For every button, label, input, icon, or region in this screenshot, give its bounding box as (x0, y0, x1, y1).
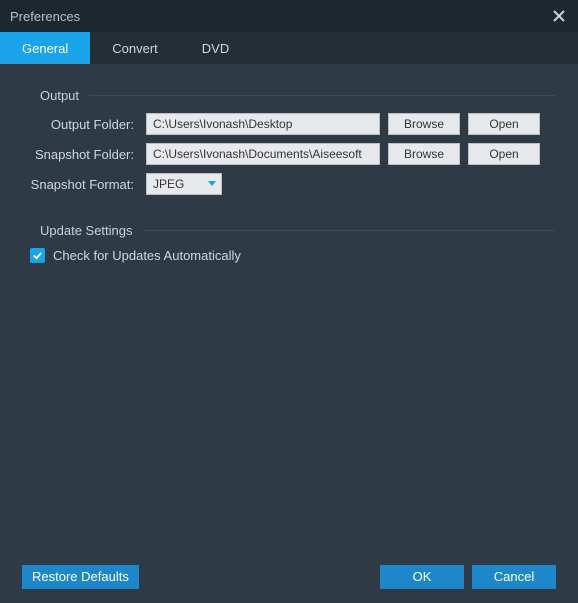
content-pane: Output Output Folder: Browse Open Snapsh… (0, 64, 578, 551)
snapshot-format-value: JPEG (153, 177, 184, 191)
restore-defaults-button[interactable]: Restore Defaults (22, 565, 139, 589)
section-update-header: Update Settings (22, 223, 556, 238)
chevron-down-icon (207, 177, 217, 191)
section-divider (89, 95, 556, 96)
tab-general[interactable]: General (0, 32, 90, 64)
snapshot-folder-row: Snapshot Folder: Browse Open (22, 143, 556, 165)
ok-button[interactable]: OK (380, 565, 464, 589)
check-updates-row: Check for Updates Automatically (30, 248, 556, 263)
window-title: Preferences (10, 9, 80, 24)
section-update-label: Update Settings (22, 223, 133, 238)
tab-dvd[interactable]: DVD (180, 32, 251, 64)
snapshot-folder-open-button[interactable]: Open (468, 143, 540, 165)
check-updates-label: Check for Updates Automatically (53, 248, 241, 263)
snapshot-format-row: Snapshot Format: JPEG (22, 173, 556, 195)
close-icon (553, 10, 565, 22)
output-folder-row: Output Folder: Browse Open (22, 113, 556, 135)
close-button[interactable] (550, 7, 568, 25)
snapshot-format-select[interactable]: JPEG (146, 173, 222, 195)
tab-bar: General Convert DVD (0, 32, 578, 64)
section-output-label: Output (22, 88, 79, 103)
cancel-button[interactable]: Cancel (472, 565, 556, 589)
output-folder-browse-button[interactable]: Browse (388, 113, 460, 135)
snapshot-folder-browse-button[interactable]: Browse (388, 143, 460, 165)
snapshot-folder-input[interactable] (146, 143, 380, 165)
footer: Restore Defaults OK Cancel (0, 551, 578, 603)
snapshot-format-label: Snapshot Format: (22, 177, 138, 192)
output-folder-open-button[interactable]: Open (468, 113, 540, 135)
section-divider (143, 230, 556, 231)
snapshot-folder-label: Snapshot Folder: (22, 147, 138, 162)
titlebar: Preferences (0, 0, 578, 32)
check-updates-checkbox[interactable] (30, 248, 45, 263)
checkmark-icon (32, 250, 43, 261)
output-folder-input[interactable] (146, 113, 380, 135)
tab-convert[interactable]: Convert (90, 32, 180, 64)
output-folder-label: Output Folder: (22, 117, 138, 132)
section-output-header: Output (22, 88, 556, 103)
